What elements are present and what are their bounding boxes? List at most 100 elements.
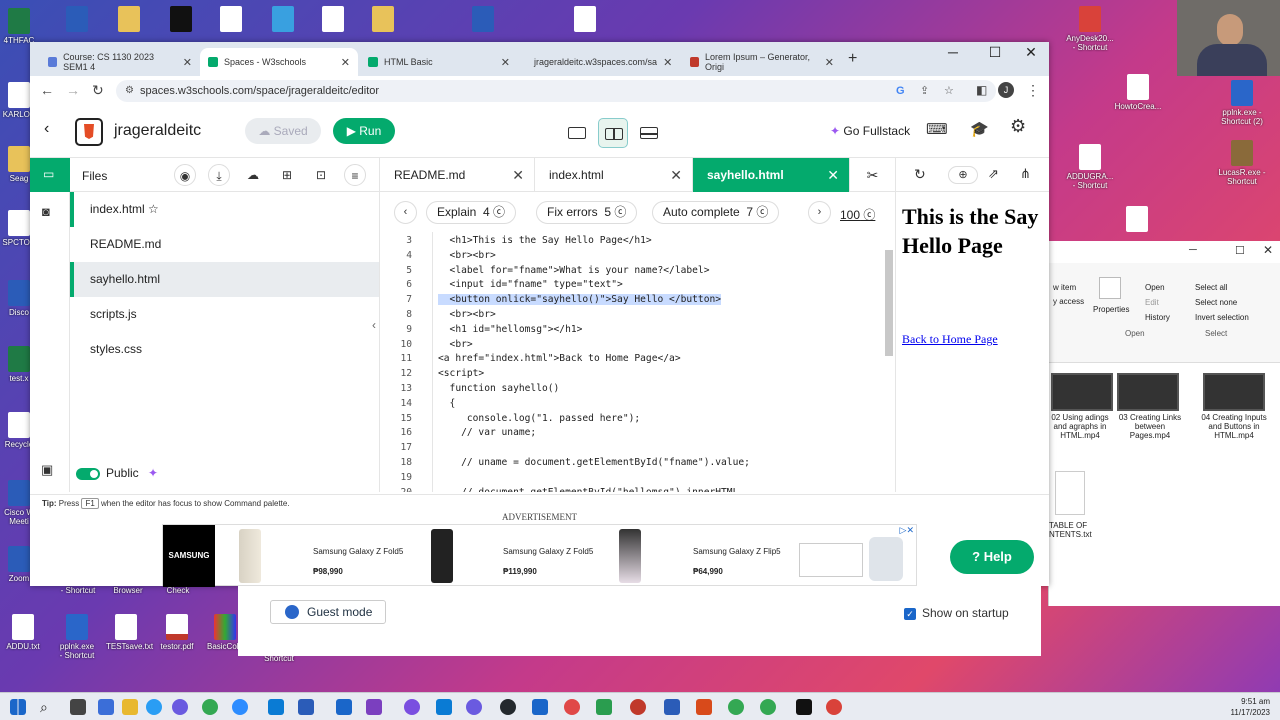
browser-tab[interactable]: jrageraldeitc.w3spaces.com/sa ✕ <box>520 48 680 76</box>
maximize-icon[interactable]: ☐ <box>1235 244 1245 257</box>
star-icon[interactable]: ☆ <box>944 80 954 102</box>
url-field[interactable]: ⚙ spaces.w3schools.com/space/jrageraldei… <box>116 80 996 102</box>
select-none-button[interactable]: Select none <box>1195 298 1237 307</box>
minimize-icon[interactable]: ─ <box>935 44 971 60</box>
share-icon[interactable]: ⋔ <box>1020 166 1031 182</box>
code-editor[interactable]: 3 <h1>This is the Say Hello Page</h1> 4 <… <box>380 232 895 492</box>
desktop-icon-folder[interactable] <box>60 6 94 34</box>
desktop-icon-file[interactable] <box>568 6 602 34</box>
pplnk-shortcut-icon[interactable]: pplnk.exe - Shortcut (2) <box>1218 80 1266 126</box>
taskbar-app-icon[interactable] <box>532 699 548 715</box>
run-button[interactable]: ▶ Run <box>333 118 395 144</box>
ad-banner[interactable]: SAMSUNG Samsung Galaxy Z Fold5 ₱98,990 S… <box>162 524 917 587</box>
capcut-icon[interactable] <box>796 699 812 715</box>
new-folder-icon[interactable]: ⊡ <box>310 164 332 186</box>
properties-icon[interactable] <box>1099 277 1121 299</box>
github-desktop-icon[interactable] <box>500 699 516 715</box>
file-item-index[interactable]: index.html ☆ <box>70 192 379 227</box>
desktop-icon-file[interactable]: ADDUGRA... - Shortcut <box>1066 144 1114 190</box>
visual-studio-icon[interactable] <box>366 699 382 715</box>
file-item-styles[interactable]: styles.css <box>70 332 379 367</box>
guest-mode-button[interactable]: Guest mode <box>270 600 386 624</box>
text-file-icon[interactable] <box>1055 471 1085 515</box>
editor-tab-index[interactable]: index.html ✕ <box>535 158 693 192</box>
taskbar-app-icon[interactable] <box>696 699 712 715</box>
zoom-icon[interactable] <box>232 699 248 715</box>
public-toggle[interactable]: Public ✦ <box>76 466 158 480</box>
close-icon[interactable]: ✕ <box>827 158 839 192</box>
keyboard-icon[interactable]: ⌨ <box>926 120 948 138</box>
task-view-icon[interactable] <box>70 699 86 715</box>
system-clock[interactable]: 9:51 am 11/17/2023 <box>1231 696 1270 718</box>
menu-lines-icon[interactable]: ≡ <box>344 164 366 186</box>
new-file-icon[interactable]: ⊞ <box>276 164 298 186</box>
back-icon[interactable]: ← <box>40 82 54 98</box>
google-lens-icon[interactable]: G <box>896 80 905 102</box>
close-icon[interactable]: ✕ <box>1013 44 1049 61</box>
close-tab-icon[interactable]: ✕ <box>183 56 192 69</box>
chrome-icon[interactable] <box>202 699 218 715</box>
desktop-icon-file[interactable] <box>366 6 400 34</box>
credits-counter[interactable]: 100 ⓒ <box>840 206 875 223</box>
github-icon[interactable]: ◉ <box>174 164 196 186</box>
close-icon[interactable]: ✕ <box>1263 243 1273 257</box>
messenger-icon[interactable] <box>172 699 188 715</box>
taskbar-app-icon[interactable] <box>336 699 352 715</box>
browser-tab[interactable]: Lorem Ipsum – Generator, Origi ✕ <box>682 48 842 76</box>
learn-icon[interactable]: 🎓 <box>970 120 989 138</box>
open-external-icon[interactable]: ⇗ <box>988 166 999 182</box>
go-fullstack-button[interactable]: ✦ Go Fullstack <box>830 124 910 138</box>
site-info-icon[interactable]: ⚙ <box>125 80 134 102</box>
taskbar-app-icon[interactable] <box>436 699 452 715</box>
word-icon[interactable] <box>298 699 314 715</box>
select-all-button[interactable]: Select all <box>1195 283 1227 292</box>
taskbar-app-icon[interactable] <box>466 699 482 715</box>
saved-button[interactable]: ☁ Saved <box>245 118 321 144</box>
video-thumbnail[interactable] <box>1203 373 1265 411</box>
desktop-icon-file[interactable]: HowtoCrea... <box>1114 74 1162 111</box>
vscode-icon[interactable] <box>268 699 284 715</box>
viber-icon[interactable] <box>404 699 420 715</box>
pplnk-shortcut-icon[interactable]: pplnk.exe - Shortcut <box>58 614 96 660</box>
fix-errors-button[interactable]: Fix errors 5 ⓒ <box>536 201 638 224</box>
editor-tab-readme[interactable]: README.md ✕ <box>380 158 535 192</box>
new-item-menu[interactable]: w item <box>1053 283 1076 292</box>
editor-tab-sayhello[interactable]: sayhello.html ✕ <box>693 158 849 192</box>
browser-tab[interactable]: Course: CS 1130 2023 SEM1 4 ✕ <box>40 48 200 76</box>
layout-split-horizontal-icon[interactable] <box>634 118 664 148</box>
download-icon[interactable]: ⤓ <box>208 164 230 186</box>
robot-icon[interactable]: ◙ <box>42 204 50 219</box>
file-explorer-icon[interactable] <box>122 699 138 715</box>
close-tab-icon[interactable]: ✕ <box>501 56 510 69</box>
browser-tab-active[interactable]: Spaces - W3schools ✕ <box>200 48 358 76</box>
back-icon[interactable]: ‹ <box>44 120 49 138</box>
desktop-icon-file[interactable] <box>316 6 350 34</box>
close-icon[interactable]: ✕ <box>512 158 524 192</box>
desktop-icon-excel[interactable]: 4THFAC <box>2 8 36 45</box>
explain-button[interactable]: Explain 4 ⓒ <box>426 201 517 224</box>
forward-icon[interactable]: → <box>66 82 80 98</box>
taskbar-app-icon[interactable] <box>98 699 114 715</box>
help-button[interactable]: ? Help <box>950 540 1034 574</box>
scroll-left-icon[interactable]: ‹ <box>394 201 417 224</box>
chrome-icon[interactable] <box>728 699 744 715</box>
scissors-icon[interactable]: ✂ <box>849 158 895 192</box>
close-tab-icon[interactable]: ✕ <box>341 56 350 69</box>
windows-start-icon[interactable] <box>10 699 26 715</box>
pdf-icon[interactable]: testor.pdf <box>158 614 196 651</box>
share-icon[interactable]: ⇪ <box>920 80 929 102</box>
taskbar-app-icon[interactable] <box>596 699 612 715</box>
taskbar-app-icon[interactable] <box>630 699 646 715</box>
close-tab-icon[interactable]: ✕ <box>663 56 672 69</box>
editor-scrollbar[interactable] <box>885 250 893 356</box>
chrome-icon[interactable] <box>760 699 776 715</box>
properties-button[interactable]: Properties <box>1093 305 1129 314</box>
capcut-icon[interactable] <box>164 6 198 34</box>
show-on-startup-checkbox[interactable]: ✓ Show on startup <box>904 606 1009 620</box>
file-item-sayhello[interactable]: sayhello.html <box>70 262 379 297</box>
new-tab-button[interactable]: + <box>848 50 857 68</box>
easy-access-menu[interactable]: y access <box>1053 297 1084 306</box>
taskbar-app-icon[interactable] <box>664 699 680 715</box>
video-thumbnail[interactable] <box>1051 373 1113 411</box>
browser-tab[interactable]: HTML Basic ✕ <box>360 48 518 76</box>
